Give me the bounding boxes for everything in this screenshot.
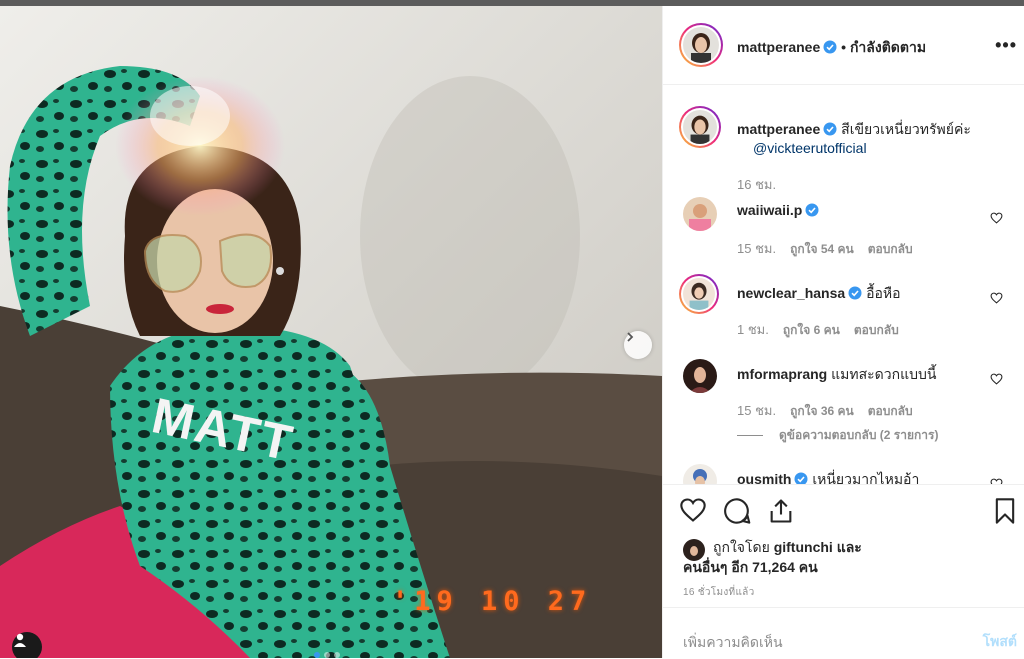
- photo-date-stamp: '19 10 27: [392, 586, 593, 617]
- heart-icon[interactable]: [990, 212, 1003, 224]
- commenter-username[interactable]: waiiwaii.p: [737, 202, 802, 218]
- commenter-avatar[interactable]: [683, 359, 717, 393]
- author-avatar-ring[interactable]: [679, 23, 723, 67]
- user-tag-button[interactable]: [12, 632, 42, 658]
- comment-meta: 15 ชม. ถูกใจ 54 คน ตอบกลับ: [737, 238, 913, 259]
- post-comment-button[interactable]: โพสต์: [983, 631, 1017, 653]
- liked-by-user[interactable]: giftunchi: [774, 539, 833, 555]
- commenter-avatar-ring[interactable]: [679, 274, 719, 314]
- likes-line-2: คนอื่นๆ อีก 71,264 คน: [683, 557, 862, 577]
- comment-text: อื้อหือ: [866, 285, 901, 301]
- comment-reply-button[interactable]: ตอบกลับ: [868, 404, 913, 418]
- comment-text: เหนี่ยวมากไหมอ้า: [812, 471, 920, 484]
- caption-text: สีเขียวเหนี่ยวทรัพย์ค่ะ: [841, 121, 971, 137]
- verified-icon: [794, 472, 808, 484]
- verified-icon: [823, 122, 837, 136]
- verified-icon: [848, 286, 862, 300]
- comment-likes[interactable]: ถูกใจ 36 คน: [790, 404, 854, 418]
- verified-icon: [805, 203, 819, 217]
- comment-meta: 1 ชม. ถูกใจ 6 คน ตอบกลับ: [737, 319, 899, 340]
- comment-text: แมทสะดวกแบบนี้: [831, 366, 937, 382]
- carousel-indicator: [314, 652, 340, 658]
- liked-by-others-count[interactable]: คนอื่นๆ อีก 71,264 คน: [683, 559, 818, 575]
- liker-avatar[interactable]: [683, 539, 705, 561]
- add-comment-bar: เพิ่มความคิดเห็น โพสต์: [663, 607, 1024, 659]
- comment-line: newclear_hansa อื้อหือ: [737, 283, 901, 305]
- verified-icon: [823, 40, 837, 54]
- comment-likes[interactable]: ถูกใจ 54 คน: [790, 242, 854, 256]
- comment-time: 15 ชม.: [737, 241, 777, 256]
- comment-icon[interactable]: [723, 497, 751, 525]
- caption-line: mattperanee สีเขียวเหนี่ยวทรัพย์ค่ะ: [737, 119, 971, 141]
- photo-illustration: MATT: [0, 6, 662, 658]
- caption-mention-link[interactable]: @vickteerutofficial: [753, 140, 867, 156]
- caption-username[interactable]: mattperanee: [737, 121, 820, 137]
- action-icons: [679, 497, 795, 525]
- view-replies-label: ดูข้อความตอบกลับ (2 รายการ): [779, 428, 939, 442]
- caption-avatar-ring[interactable]: [679, 106, 721, 148]
- next-photo-button[interactable]: [624, 331, 652, 359]
- heart-icon[interactable]: [679, 497, 707, 523]
- comment-time: 15 ชม.: [737, 403, 777, 418]
- caption-avatar[interactable]: [683, 110, 717, 144]
- comment-reply-button[interactable]: ตอบกลับ: [854, 323, 899, 337]
- more-icon: •••: [995, 35, 1017, 55]
- next-arrow-icon: [627, 332, 634, 342]
- user-tag-icon: [14, 633, 26, 647]
- heart-icon[interactable]: [990, 373, 1003, 385]
- comment-likes[interactable]: ถูกใจ 6 คน: [783, 323, 840, 337]
- heart-icon[interactable]: [990, 292, 1003, 304]
- likes-line-1: ถูกใจโดย giftunchi และ: [713, 537, 862, 557]
- commenter-username[interactable]: mformaprang: [737, 366, 827, 382]
- post-photo[interactable]: MATT '19 10 27: [0, 6, 662, 658]
- comment-line: mformaprang แมทสะดวกแบบนี้: [737, 364, 936, 386]
- liked-by-prefix: ถูกใจโดย: [713, 539, 770, 555]
- post-timestamp[interactable]: 16 ชั่วโมงที่แล้ว: [683, 585, 755, 600]
- replies-divider: [737, 435, 763, 437]
- comment-reply-button[interactable]: ตอบกลับ: [868, 242, 913, 256]
- post-side-panel: mattperanee • กำลังติดตาม ••• mattperane…: [662, 6, 1024, 658]
- author-username[interactable]: mattperanee: [737, 39, 820, 55]
- liked-by-and: และ: [836, 539, 862, 555]
- comment-time: 1 ชม.: [737, 322, 769, 337]
- caption-mention-line: @vickteerutofficial: [753, 140, 867, 156]
- header-line: mattperanee • กำลังติดตาม: [737, 37, 926, 59]
- bookmark-icon[interactable]: [993, 497, 1017, 525]
- comment-line: waiiwaii.p: [737, 202, 819, 218]
- carousel-dot: [314, 652, 320, 658]
- commenter-username[interactable]: ousmith: [737, 471, 791, 484]
- add-comment-input[interactable]: เพิ่มความคิดเห็น: [683, 632, 783, 654]
- share-icon[interactable]: [767, 497, 795, 525]
- view-replies-button[interactable]: ดูข้อความตอบกลับ (2 รายการ): [737, 426, 938, 445]
- comment-line: ousmith เหนี่ยวมากไหมอ้า: [737, 469, 919, 484]
- comment-meta: 15 ชม. ถูกใจ 36 คน ตอบกลับ: [737, 400, 913, 421]
- commenter-avatar[interactable]: [683, 464, 717, 484]
- commenter-avatar[interactable]: [683, 197, 717, 231]
- carousel-dot: [334, 652, 340, 658]
- caption-time: 16 ชม.: [737, 177, 777, 192]
- following-status[interactable]: • กำลังติดตาม: [841, 39, 926, 55]
- author-avatar[interactable]: [683, 27, 719, 63]
- likes-summary: ถูกใจโดย giftunchi และ คนอื่นๆ อีก 71,26…: [683, 537, 862, 577]
- comments-list[interactable]: mattperanee สีเขียวเหนี่ยวทรัพย์ค่ะ @vic…: [663, 84, 1024, 484]
- carousel-dot: [324, 652, 330, 658]
- commenter-avatar[interactable]: [683, 278, 715, 310]
- more-options-button[interactable]: •••: [995, 35, 1017, 56]
- post-header: mattperanee • กำลังติดตาม •••: [663, 6, 1024, 85]
- commenter-username[interactable]: newclear_hansa: [737, 285, 845, 301]
